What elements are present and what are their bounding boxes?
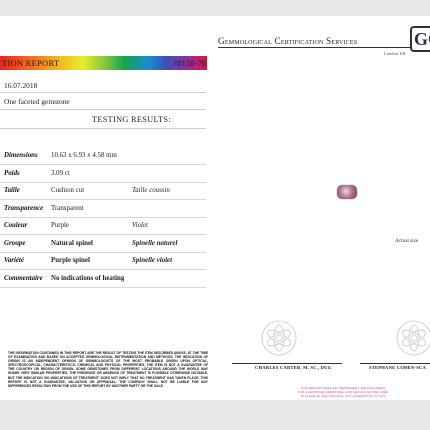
report-number: 78158-70 xyxy=(173,58,206,68)
result-value: No indications of heating xyxy=(51,274,125,282)
result-row: Couleur Purple Violet xyxy=(0,218,206,235)
divider xyxy=(0,92,206,93)
result-value-french: Violet xyxy=(132,222,148,229)
actual-size-caption: Actual size xyxy=(395,238,419,244)
disclaimer-text: THE INFORMATION CONTAINED IN THIS REPORT… xyxy=(8,351,208,388)
result-label: Commentaire xyxy=(4,274,43,282)
result-value: Purple spinel xyxy=(51,257,90,264)
signature-line xyxy=(360,363,430,364)
result-value-french: Taille coussin xyxy=(132,187,170,194)
result-row: Taille Cushion cut Taille coussin xyxy=(0,183,206,200)
item-description: One faceted gemstone xyxy=(4,97,70,106)
report-date: 16.07.2018 xyxy=(4,81,38,90)
result-row: Commentaire No indications of heating xyxy=(0,271,206,288)
signatory-name-1: CHARLES CARTER, M. SC., DUG xyxy=(255,365,332,370)
brand-logo: GC xyxy=(410,26,430,52)
result-value: Transparent xyxy=(51,204,84,212)
divider xyxy=(0,109,206,110)
result-label: Couleur xyxy=(4,222,28,229)
report-title: TION REPORT xyxy=(2,58,60,68)
result-row: Poids 3.09 ct xyxy=(0,166,206,183)
result-label: Poids xyxy=(4,169,20,177)
brand-header: Gemmological Certification Services Lond… xyxy=(218,36,410,56)
result-row: Variété Purple spinel Spinelle violet xyxy=(0,253,206,270)
testing-results-heading: TESTING RESULTS: xyxy=(92,115,171,124)
signatory-name-2: STEPHANE COHEN-SCA xyxy=(369,365,427,370)
brand-name: Gemmological Certification Services xyxy=(218,36,358,46)
gemstone-image xyxy=(337,185,357,199)
seal-icon xyxy=(396,320,430,356)
void-notice: THIS REPORT DOES NOT REPRESENT THE DOCUM… xyxy=(297,386,389,400)
result-label: Transparence xyxy=(4,204,44,212)
viewer-background xyxy=(0,400,430,430)
result-label: Dimensions xyxy=(4,152,38,159)
result-row: Groupe Natural spinel Spinelle naturel xyxy=(0,236,206,253)
result-value-french: Spinelle naturel xyxy=(132,239,178,247)
result-label: Groupe xyxy=(4,239,26,247)
result-label: Variété xyxy=(4,257,24,264)
result-row: Transparence Transparent xyxy=(0,201,206,218)
result-value: 3.09 ct xyxy=(51,169,70,177)
result-value-french: Spinelle violet xyxy=(132,257,172,264)
signature-line xyxy=(232,363,342,364)
result-value: Purple xyxy=(51,222,69,229)
result-value: Cushion cut xyxy=(51,187,85,194)
result-value: Natural spinel xyxy=(51,239,93,247)
result-label: Taille xyxy=(4,187,20,194)
divider xyxy=(0,128,206,129)
result-value: 10.63 x 6.93 x 4.58 mm xyxy=(51,152,117,159)
seal-icon xyxy=(261,320,297,356)
result-row: Dimensions 10.63 x 6.93 x 4.58 mm xyxy=(0,148,206,165)
brand-location: London UK xyxy=(384,51,406,56)
certificate-sheet: Gemmological Certification Services Lond… xyxy=(0,16,430,400)
